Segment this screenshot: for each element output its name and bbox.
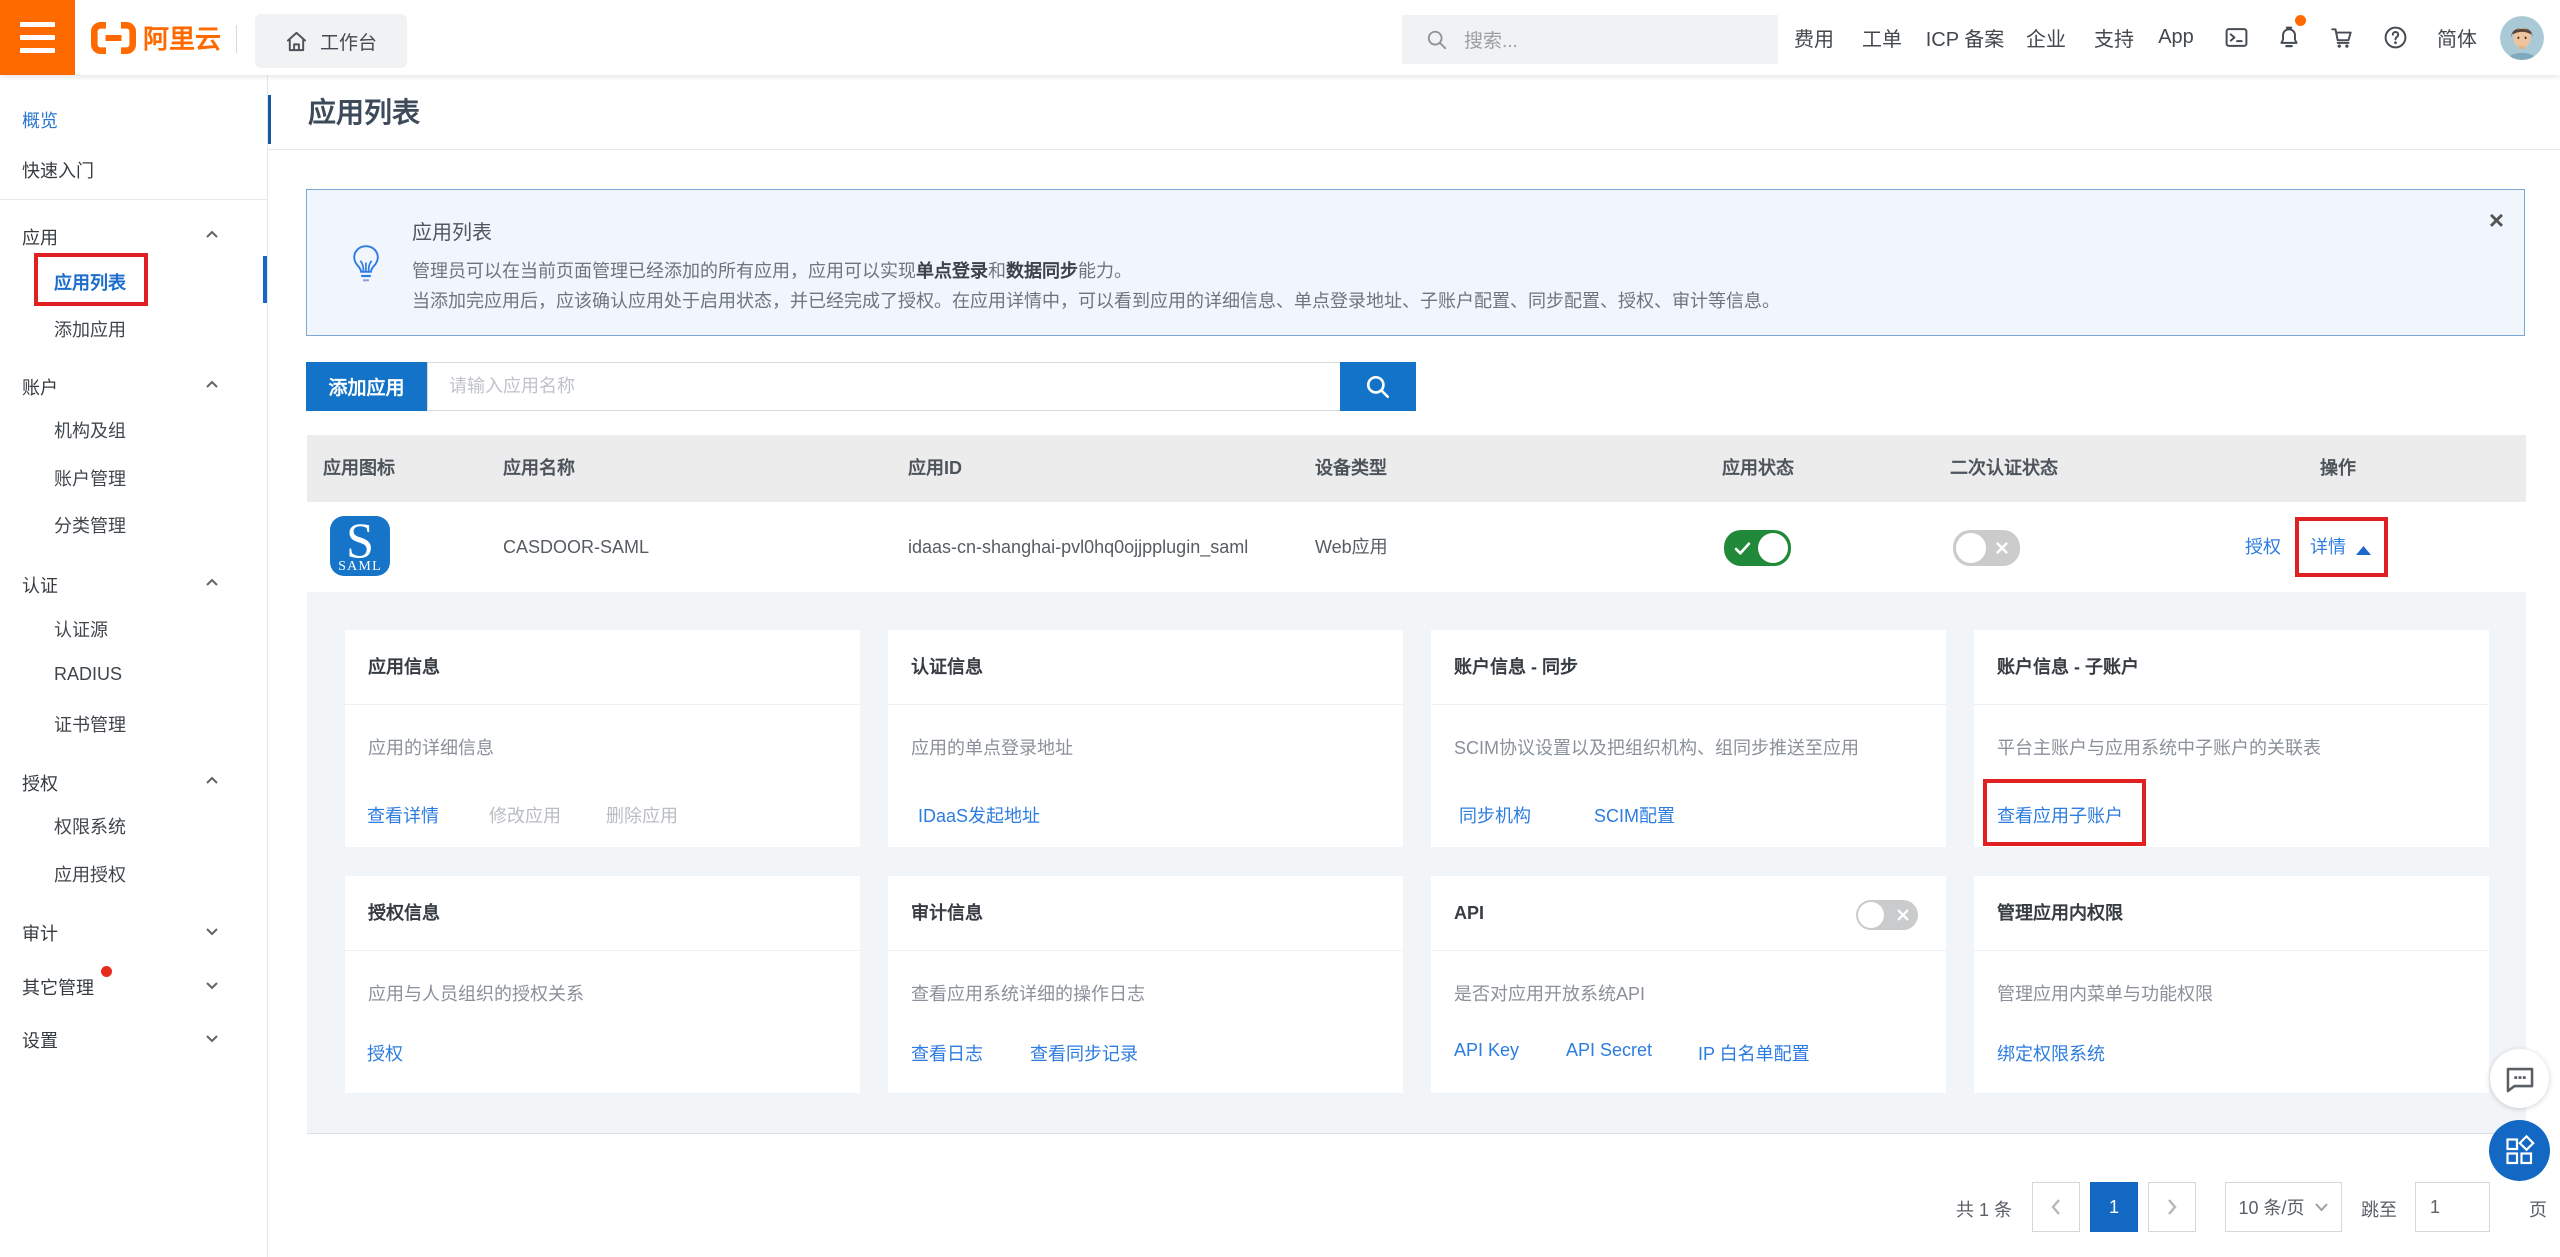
svg-text:阿里云: 阿里云 xyxy=(143,24,221,54)
